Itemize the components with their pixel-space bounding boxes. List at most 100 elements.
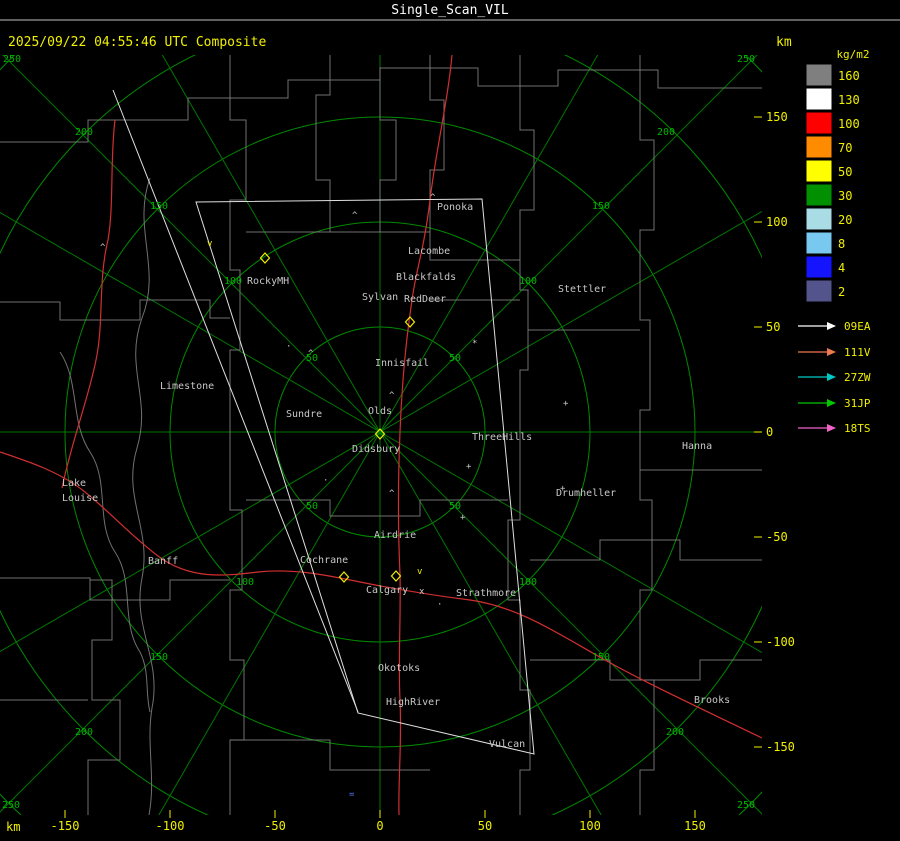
right-axis-tick-label: 50 <box>766 320 780 334</box>
app-background <box>0 0 900 841</box>
point-marker: · <box>323 476 328 486</box>
ring-distance-label: 100 <box>519 577 537 588</box>
city-label: Okotoks <box>378 663 420 674</box>
bottom-axis-tick-label: -50 <box>264 819 286 833</box>
bottom-axis-tick-label: 150 <box>684 819 706 833</box>
ring-distance-label: 150 <box>592 201 610 212</box>
ring-distance-label: 200 <box>657 127 675 138</box>
colorbar-units-label: kg/m2 <box>836 48 869 61</box>
city-label: RockyMH <box>247 276 289 287</box>
ring-distance-label: 250 <box>3 54 21 65</box>
colorbar-value-label: 20 <box>838 213 852 227</box>
ring-distance-label: 50 <box>449 501 461 512</box>
bottom-axis-tick-label: -150 <box>51 819 80 833</box>
colorbar-value-label: 130 <box>838 93 860 107</box>
ring-distance-label: 200 <box>666 727 684 738</box>
ring-distance-label: 100 <box>236 577 254 588</box>
right-axis-tick-label: -150 <box>766 740 795 754</box>
right-axis-units-label: km <box>776 35 792 50</box>
colorbar-swatch <box>805 231 833 255</box>
ring-distance-label: 200 <box>75 127 93 138</box>
colorbar-swatch <box>805 63 833 87</box>
bottom-axis-units-label: km <box>6 820 20 834</box>
colorbar-value-label: 50 <box>838 165 852 179</box>
colorbar-value-label: 8 <box>838 237 845 251</box>
city-label: Vulcan <box>489 739 525 750</box>
city-label: Innisfail <box>375 358 429 369</box>
colorbar-swatch <box>805 183 833 207</box>
city-label: Banff <box>148 556 178 567</box>
city-label: ThreeHills <box>472 432 532 443</box>
ring-distance-label: 50 <box>449 353 461 364</box>
colorbar-swatch <box>805 279 833 303</box>
bottom-axis-tick-label: 0 <box>376 819 383 833</box>
city-label: RedDeer <box>404 294 446 305</box>
city-label: Louise <box>62 493 98 504</box>
ring-distance-label: 100 <box>224 276 242 287</box>
ring-distance-label: 250 <box>737 54 755 65</box>
city-label: Olds <box>368 406 392 417</box>
colorbar-swatch <box>805 135 833 159</box>
colorbar-swatch <box>805 87 833 111</box>
city-label: Stettler <box>558 284 606 295</box>
point-marker: + <box>563 399 569 409</box>
city-label: Calgary <box>366 585 408 596</box>
ring-distance-label: 150 <box>150 652 168 663</box>
city-label: Lake <box>62 478 86 489</box>
city-label: Ponoka <box>437 202 473 213</box>
point-marker: · <box>437 600 442 610</box>
colorbar-value-label: 160 <box>838 69 860 83</box>
colorbar-value-label: 30 <box>838 189 852 203</box>
city-label: Blackfalds <box>396 272 456 283</box>
radar-id-label: 27ZW <box>844 371 871 384</box>
city-label: Hanna <box>682 441 712 452</box>
radar-id-label: 18TS <box>844 422 871 435</box>
point-marker: + <box>466 462 472 472</box>
point-marker: v <box>207 239 212 249</box>
ring-distance-label: 200 <box>75 727 93 738</box>
colorbar-value-label: 4 <box>838 261 845 275</box>
ring-distance-label: 100 <box>519 276 537 287</box>
ring-distance-label: 150 <box>150 201 168 212</box>
point-marker: ^ <box>389 391 395 401</box>
city-label: Brooks <box>694 695 730 706</box>
point-marker: ^ <box>389 489 395 499</box>
bottom-axis-tick-label: -100 <box>156 819 185 833</box>
colorbar-value-label: 70 <box>838 141 852 155</box>
city-label: Limestone <box>160 381 214 392</box>
right-axis-tick-label: 150 <box>766 110 788 124</box>
right-axis-tick-label: -100 <box>766 635 795 649</box>
point-marker: v <box>417 567 422 577</box>
bottom-axis-tick-label: 50 <box>478 819 492 833</box>
colorbar-value-label: 2 <box>838 285 845 299</box>
point-marker: ^ <box>100 243 106 253</box>
radar-id-label: 31JP <box>844 397 871 410</box>
ring-distance-label: 250 <box>2 800 20 811</box>
radar-id-label: 111V <box>844 346 871 359</box>
radar-id-label: 09EA <box>844 320 871 333</box>
point-marker: + <box>560 484 566 494</box>
city-label: Airdrie <box>374 530 416 541</box>
colorbar-swatch <box>805 207 833 231</box>
colorbar-swatch <box>805 255 833 279</box>
timestamp-label: 2025/09/22 04:55:46 UTC Composite <box>8 35 266 50</box>
colorbar-swatch <box>805 159 833 183</box>
right-axis-tick-label: 100 <box>766 215 788 229</box>
point-marker: ^ <box>430 193 436 203</box>
city-label: Sylvan <box>362 292 398 303</box>
point-marker: + <box>460 513 466 523</box>
colorbar-value-label: 100 <box>838 117 860 131</box>
city-label: HighRiver <box>386 697 440 708</box>
city-label: Strathmore <box>456 588 516 599</box>
right-axis-tick-label: 0 <box>766 425 773 439</box>
colorbar-swatch <box>805 111 833 135</box>
point-marker: · <box>286 342 291 352</box>
ring-distance-label: 150 <box>592 652 610 663</box>
point-marker: x <box>419 587 425 597</box>
bottom-axis-tick-label: 100 <box>579 819 601 833</box>
right-axis-tick-label: -50 <box>766 530 788 544</box>
window-title: Single_Scan_VIL <box>391 3 509 18</box>
city-label: Didsbury <box>352 444 400 455</box>
ring-distance-label: 250 <box>737 800 755 811</box>
radar-app-window: Single_Scan_VIL 2025/09/22 04:55:46 UTC … <box>0 0 900 841</box>
